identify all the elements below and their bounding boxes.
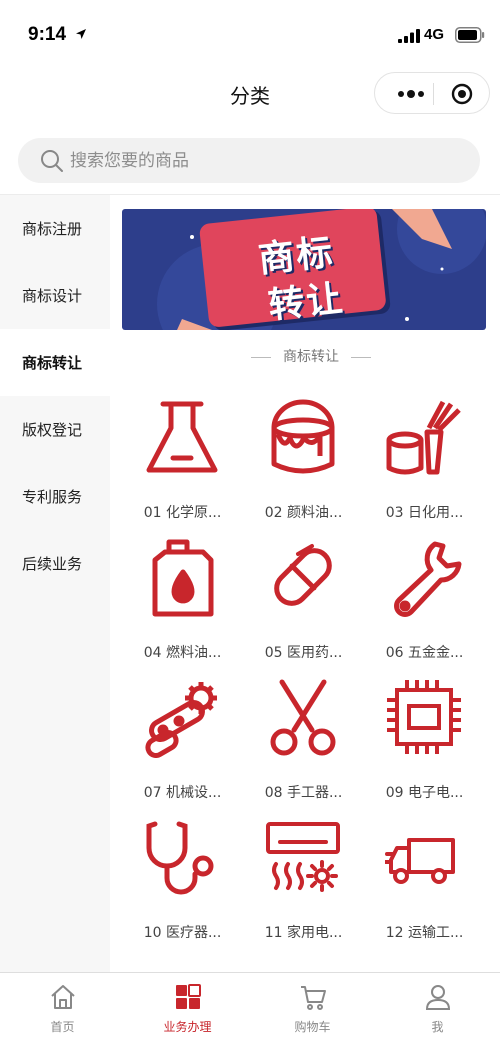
sidebar-item-trademark-design[interactable]: 商标设计: [0, 262, 110, 329]
category-label: 12 运输工...: [385, 925, 464, 941]
scissors-icon: [270, 679, 336, 756]
status-bar: 9:14 4G: [0, 0, 500, 70]
stethoscope-icon: [146, 821, 214, 895]
category-item[interactable]: 10 医疗器...: [122, 818, 243, 958]
category-item[interactable]: 03 日化用...: [364, 398, 485, 538]
tab-home[interactable]: 首页: [0, 973, 125, 1045]
category-sidebar: 商标注册 商标设计 商标转让 版权登记 专利服务 后续业务: [0, 195, 110, 972]
category-label: 02 颜料油...: [264, 505, 343, 521]
category-label: 03 日化用...: [385, 505, 464, 521]
bottom-tab-bar: 首页 业务办理 购物车 我: [0, 972, 500, 1045]
home-icon: [50, 985, 75, 1009]
status-time: 9:14: [28, 24, 67, 45]
paint-bucket-icon: [271, 399, 335, 474]
category-item[interactable]: 04 燃料油...: [122, 538, 243, 678]
category-item[interactable]: 12 运输工...: [364, 818, 485, 958]
flask-icon: [146, 401, 218, 473]
capsule-divider: [433, 83, 434, 105]
tab-label: 首页: [50, 1020, 75, 1034]
category-label: 08 手工器...: [264, 785, 343, 801]
category-label: 01 化学原...: [143, 505, 222, 521]
truck-icon: [385, 838, 455, 884]
sidebar-item-trademark-registration[interactable]: 商标注册: [0, 195, 110, 262]
signal-icon: [398, 29, 420, 43]
category-item[interactable]: 06 五金金...: [364, 538, 485, 678]
promo-banner[interactable]: 商标 转让: [122, 209, 486, 330]
tab-cart[interactable]: 购物车: [250, 973, 375, 1045]
gear-chain-icon: [145, 682, 217, 758]
sidebar-item-follow-up[interactable]: 后续业务: [0, 530, 110, 597]
section-line-left: [251, 356, 271, 358]
tab-business[interactable]: 业务办理: [125, 973, 250, 1045]
category-label: 07 机械设...: [143, 785, 222, 801]
category-label: 05 医用药...: [264, 645, 343, 661]
wrench-icon: [394, 541, 462, 617]
cart-icon: [300, 986, 326, 1010]
air-conditioner-icon: [266, 822, 340, 892]
capsule-pill-icon: [274, 544, 332, 606]
category-item[interactable]: 05 医用药...: [243, 538, 364, 678]
category-label: 11 家用电...: [264, 925, 343, 941]
sidebar-item-trademark-transfer[interactable]: 商标转让: [0, 329, 110, 396]
network-type: 4G: [424, 26, 445, 43]
tab-me[interactable]: 我: [375, 973, 500, 1045]
battery-icon: [455, 27, 485, 43]
section-title: 商标转让: [283, 349, 339, 365]
section-line-right: [351, 356, 371, 358]
banner-title-line2: 转让: [266, 278, 347, 327]
more-dots-icon[interactable]: [393, 87, 435, 101]
category-item[interactable]: 07 机械设...: [122, 678, 243, 818]
search-icon: [41, 150, 63, 172]
category-label: 09 电子电...: [385, 785, 464, 801]
oil-canister-icon: [152, 539, 214, 617]
location-arrow-icon: [76, 29, 86, 39]
grid-apps-icon: [175, 984, 201, 1009]
category-item[interactable]: 02 颜料油...: [243, 398, 364, 538]
tab-label: 购物车: [294, 1020, 331, 1034]
category-item[interactable]: 09 电子电...: [364, 678, 485, 818]
sidebar-item-patent[interactable]: 专利服务: [0, 463, 110, 530]
category-label: 06 五金金...: [385, 645, 464, 661]
user-icon: [425, 985, 450, 1010]
category-item[interactable]: 08 手工器...: [243, 678, 364, 818]
chip-icon: [387, 680, 461, 754]
category-label: 04 燃料油...: [143, 645, 222, 661]
tab-label: 我: [431, 1020, 444, 1034]
search-input[interactable]: [70, 138, 450, 183]
sidebar-item-copyright[interactable]: 版权登记: [0, 396, 110, 463]
category-item[interactable]: 01 化学原...: [122, 398, 243, 538]
cosmetics-icon: [386, 400, 461, 475]
search-bar[interactable]: [18, 138, 480, 183]
section-header: 商标转让: [122, 346, 500, 366]
close-miniprogram-icon[interactable]: [451, 83, 473, 105]
tab-label: 业务办理: [163, 1020, 212, 1034]
miniprogram-capsule: [374, 72, 490, 114]
category-label: 10 医疗器...: [143, 925, 222, 941]
category-item[interactable]: 11 家用电...: [243, 818, 364, 958]
